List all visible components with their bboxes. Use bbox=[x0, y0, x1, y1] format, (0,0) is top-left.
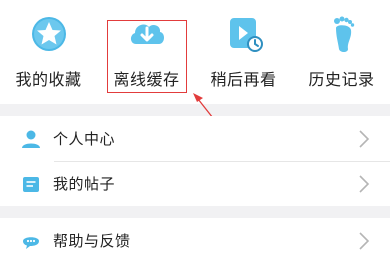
chevron-right-icon bbox=[359, 232, 370, 250]
menu-item-help-feedback[interactable]: 帮助与反馈 bbox=[0, 218, 390, 263]
quick-action-watch-later[interactable]: 稍后再看 bbox=[195, 0, 292, 104]
quick-actions-row: 我的收藏 离线缓存 稍后再看 历史记录 bbox=[0, 0, 390, 104]
chevron-right-icon bbox=[359, 130, 370, 148]
quick-action-label: 历史记录 bbox=[308, 70, 375, 89]
star-icon bbox=[31, 17, 66, 51]
watch-later-icon bbox=[229, 18, 263, 52]
highlight-box bbox=[107, 20, 187, 93]
quick-action-label: 稍后再看 bbox=[210, 70, 277, 89]
chat-bubble-icon bbox=[23, 236, 39, 249]
user-icon bbox=[22, 130, 40, 148]
menu-item-label: 帮助与反馈 bbox=[53, 232, 131, 250]
quick-action-history[interactable]: 历史记录 bbox=[293, 0, 390, 104]
posts-icon bbox=[23, 176, 39, 192]
quick-action-favorites[interactable]: 我的收藏 bbox=[0, 0, 97, 104]
menu-item-label: 我的帖子 bbox=[53, 175, 116, 193]
menu-item-my-posts[interactable]: 我的帖子 bbox=[0, 161, 390, 206]
menu-item-label: 个人中心 bbox=[53, 130, 116, 148]
menu-group-account: 个人中心 我的帖子 bbox=[0, 116, 390, 206]
footprint-icon bbox=[333, 16, 354, 52]
quick-action-label: 我的收藏 bbox=[15, 70, 82, 89]
menu-group-support: 帮助与反馈 bbox=[0, 218, 390, 263]
menu-item-personal-center[interactable]: 个人中心 bbox=[0, 116, 390, 161]
chevron-right-icon bbox=[359, 175, 370, 193]
